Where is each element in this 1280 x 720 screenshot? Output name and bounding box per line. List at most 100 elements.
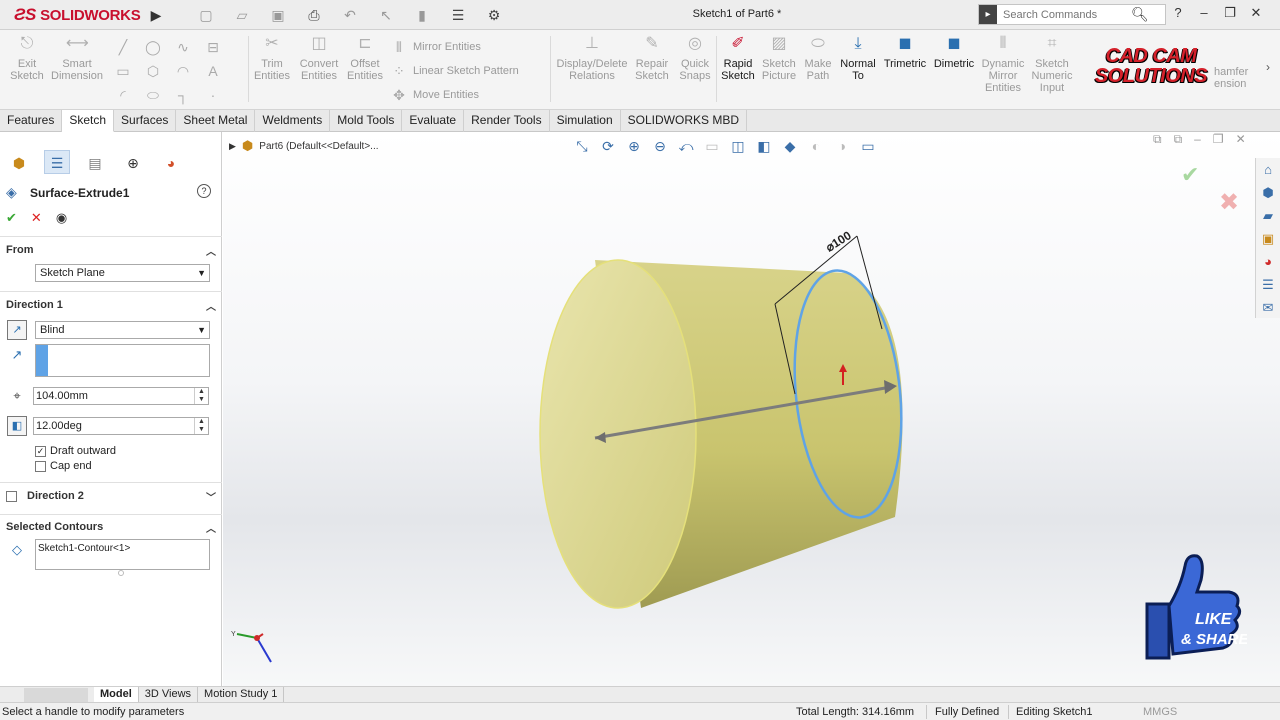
end-condition-select[interactable]: Blind ▼ (35, 321, 210, 339)
tab-solidworks-mbd[interactable]: SOLIDWORKS MBD (621, 110, 747, 132)
view-palette-icon[interactable]: ▣ (1257, 228, 1279, 250)
exit-sketch-button[interactable]: ⎋ Exit Sketch (8, 34, 46, 82)
fillet-icon[interactable]: ◜ (114, 86, 132, 104)
search-icon[interactable]: 🔍︎ (1131, 6, 1149, 23)
minimize-icon[interactable]: – (1196, 5, 1212, 21)
help-icon[interactable]: ? (1170, 5, 1186, 21)
circle-icon[interactable]: ◯ (144, 38, 162, 56)
tab-motion-study-1[interactable]: Motion Study 1 (198, 687, 285, 702)
tab-sketch[interactable]: Sketch (62, 110, 115, 132)
dynamic-mirror-entities-button[interactable]: ⫴ Dynamic Mirror Entities (980, 34, 1026, 94)
configuration-manager-icon[interactable]: ▤ (82, 150, 108, 174)
tab-scroll-arrows[interactable] (24, 688, 88, 702)
point-icon[interactable]: · (204, 86, 222, 104)
cap-end-checkbox[interactable] (35, 460, 46, 472)
help-icon[interactable]: ? (197, 184, 211, 198)
file-explorer-icon[interactable]: ▰ (1257, 205, 1279, 227)
graphics-area[interactable]: ▶ ⬢ Part6 (Default<<Default>... ⤡ ⟳ ⊕ ⊖ … (223, 132, 1280, 686)
direction1-section-header[interactable]: Direction 1 ︿ (6, 297, 216, 313)
trimetric-button[interactable]: ◼ Trimetric (882, 34, 928, 70)
from-select[interactable]: Sketch Plane ▼ (35, 264, 210, 282)
ok-check-icon[interactable]: ✔ (6, 210, 17, 226)
tab-simulation[interactable]: Simulation (550, 110, 621, 132)
repair-sketch-button[interactable]: ✎ Repair Sketch (632, 34, 672, 82)
tab-evaluate[interactable]: Evaluate (402, 110, 465, 132)
forum-icon[interactable]: ✉ (1257, 297, 1279, 319)
tab-model[interactable]: Model (94, 687, 139, 702)
part-model-view[interactable]: ⌀100 (223, 132, 1280, 686)
mirror-entities-icon[interactable]: ⫴ (390, 38, 408, 56)
linear-sketch-pattern-icon[interactable]: ⁘ (390, 62, 408, 80)
depth-input[interactable]: 104.00mm ▲ ▼ (33, 387, 209, 405)
chamfer-dimension-label-partial-2[interactable]: ension (1214, 78, 1246, 90)
move-entities-label[interactable]: Move Entities (413, 89, 479, 101)
move-entities-icon[interactable]: ✥ (390, 86, 408, 104)
dimetric-button[interactable]: ◼ Dimetric (932, 34, 976, 70)
property-manager-icon[interactable]: ☰ (44, 150, 70, 174)
direction-selection-box[interactable] (35, 344, 210, 377)
quick-snaps-button[interactable]: ◎ Quick Snaps (676, 34, 714, 82)
tab-surfaces[interactable]: Surfaces (114, 110, 177, 132)
draft-toggle-icon[interactable]: ◧ (7, 416, 27, 436)
text-icon[interactable]: A (204, 62, 222, 80)
sketch-picture-icon: ▨ (771, 35, 787, 52)
chevron-right-icon[interactable]: › (1266, 60, 1270, 74)
tab-3d-views[interactable]: 3D Views (139, 687, 199, 702)
feature-tree-icon[interactable]: ⬢ (6, 150, 32, 174)
draft-outward-checkbox[interactable]: ✓ (35, 445, 46, 457)
selected-contours-list[interactable]: Sketch1-Contour<1> (35, 539, 210, 570)
appearances-icon[interactable]: ◕ (1257, 251, 1279, 273)
preview-eye-icon[interactable]: ◉ (56, 210, 67, 226)
draft-outward-row[interactable]: ✓ Draft outward (35, 445, 116, 457)
sketch-slot-icon[interactable]: ⊟ (204, 38, 222, 56)
cancel-x-icon[interactable]: ✕ (31, 210, 42, 226)
search-commands-input[interactable] (997, 5, 1127, 24)
make-path-button[interactable]: ⬭ Make Path (800, 34, 836, 82)
unit-system[interactable]: MMGS (1143, 706, 1177, 718)
tab-features[interactable]: Features (0, 110, 63, 132)
direction2-section-header[interactable]: Direction 2 ﹀ (6, 488, 216, 504)
convert-entities-button[interactable]: ◫ Convert Entities (296, 34, 342, 82)
custom-properties-icon[interactable]: ☰ (1257, 274, 1279, 296)
mirror-entities-label[interactable]: Mirror Entities (413, 41, 481, 53)
polygon-icon[interactable]: ⬡ (144, 62, 162, 80)
linear-sketch-pattern-label[interactable]: Linear Sketch Pattern (413, 65, 519, 77)
sketch-picture-button[interactable]: ▨ Sketch Picture (760, 34, 798, 82)
list-resize-handle[interactable] (118, 570, 124, 576)
centerline-icon[interactable]: ┐ (174, 86, 192, 104)
direction2-checkbox[interactable] (6, 490, 17, 502)
search-scope-icon[interactable]: ▸ (979, 5, 997, 24)
list-item[interactable]: Sketch1-Contour<1> (38, 543, 130, 554)
draft-angle-spinner[interactable]: ▲ ▼ (194, 418, 208, 434)
spline-icon[interactable]: ∿ (174, 38, 192, 56)
display-manager-icon[interactable]: ◕ (158, 150, 184, 174)
dimxpert-manager-icon[interactable]: ⊕ (120, 150, 146, 174)
close-icon[interactable]: ✕ (1248, 5, 1264, 21)
home-icon[interactable]: ⌂ (1257, 159, 1279, 181)
arc-icon[interactable]: ◠ (174, 62, 192, 80)
from-section-header[interactable]: From ︿ (6, 242, 216, 258)
display-delete-relations-button[interactable]: ⊥ Display/Delete Relations (556, 34, 628, 82)
rectangle-icon[interactable]: ▭ (114, 62, 132, 80)
line-icon[interactable]: ╱ (114, 38, 132, 56)
cap-end-row[interactable]: Cap end (35, 460, 92, 472)
smart-dimension-button[interactable]: ⟷ Smart Dimension (50, 34, 104, 82)
tab-weldments[interactable]: Weldments (255, 110, 331, 132)
ellipse-icon[interactable]: ⬭ (144, 86, 162, 104)
offset-entities-button[interactable]: ⊏ Offset Entities (344, 34, 386, 82)
restore-icon[interactable]: ❐ (1222, 5, 1238, 21)
rapid-sketch-button[interactable]: ✐ Rapid Sketch (718, 34, 758, 82)
selected-contours-section-header[interactable]: Selected Contours ︿ (6, 519, 216, 535)
design-library-icon[interactable]: ⬢ (1257, 182, 1279, 204)
draft-angle-input[interactable]: 12.00deg ▲ ▼ (33, 417, 209, 435)
diameter-dimension-label[interactable]: ⌀100 (823, 228, 854, 254)
depth-spinner[interactable]: ▲ ▼ (194, 388, 208, 404)
reverse-direction-icon[interactable]: ↗ (7, 320, 27, 340)
tab-mold-tools[interactable]: Mold Tools (330, 110, 403, 132)
chamfer-dimension-label-partial[interactable]: hamfer (1214, 66, 1248, 78)
trim-entities-button[interactable]: ✂ Trim Entities (252, 34, 292, 82)
sketch-numeric-input-button[interactable]: ⌗ Sketch Numeric Input (1030, 34, 1074, 94)
normal-to-button[interactable]: ⤓ Normal To (838, 34, 878, 82)
tab-render-tools[interactable]: Render Tools (464, 110, 550, 132)
tab-sheet-metal[interactable]: Sheet Metal (176, 110, 256, 132)
